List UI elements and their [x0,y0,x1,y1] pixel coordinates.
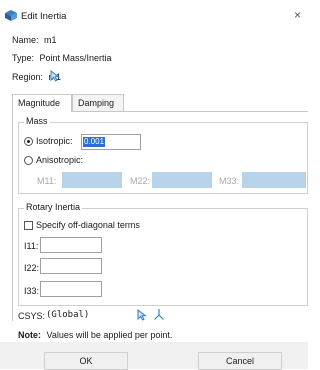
isotropic-label: Isotropic: [36,136,73,146]
m22-label: M22: [130,176,151,186]
isotropic-radio[interactable] [24,137,33,146]
type-row: Type: Point Mass/Inertia [12,53,112,63]
m11-input[interactable] [62,172,122,188]
tab-magnitude[interactable]: Magnitude [12,94,72,112]
m33-input[interactable] [242,172,306,188]
anisotropic-radio[interactable] [24,156,33,165]
isotropic-value: 0.001 [83,137,106,147]
inertia-icon [5,10,17,21]
m22-input[interactable] [152,172,212,188]
m33-label: M33: [219,176,240,186]
i33-input[interactable] [40,281,102,297]
note-text: Values will be applied per point. [46,330,173,340]
coordinate-axes-icon[interactable] [153,308,165,321]
ok-button[interactable]: OK [44,352,128,370]
name-row: Name: m1 [12,35,57,45]
title-bar: Edit Inertia × [0,0,308,30]
close-button[interactable]: × [294,9,301,21]
region-label: Region: [12,72,44,82]
i22-label: I22: [24,263,40,273]
cancel-button[interactable]: Cancel [198,352,282,370]
csys-select-cursor-icon[interactable] [137,309,147,321]
type-label: Type: [12,53,35,63]
name-value: m1 [44,35,57,45]
i11-label: I11: [24,241,39,251]
region-select-cursor-icon[interactable] [50,70,60,82]
offdiag-label: Specify off-diagonal terms [36,220,140,230]
m11-label: M11: [37,176,57,186]
rotary-inertia-title: Rotary Inertia [24,202,83,212]
offdiag-checkbox[interactable] [24,221,33,230]
window-title: Edit Inertia [21,11,67,22]
anisotropic-label: Anisotropic: [36,155,84,165]
mass-group-title: Mass [24,116,50,126]
tab-magnitude-label: Magnitude [18,98,61,108]
i11-input[interactable] [40,237,102,253]
note-label: Note: [18,330,41,340]
note-row: Note: Values will be applied per point. [18,330,172,340]
tab-damping[interactable]: Damping [72,94,124,111]
tab-damping-label: Damping [78,98,115,108]
i33-label: I33: [24,286,40,296]
isotropic-input[interactable]: 0.001 [81,134,141,150]
type-value: Point Mass/Inertia [39,53,112,63]
csys-value: (Global) [46,310,90,320]
i22-input[interactable] [40,258,102,274]
name-label: Name: [12,35,39,45]
csys-label: CSYS: [18,311,46,321]
